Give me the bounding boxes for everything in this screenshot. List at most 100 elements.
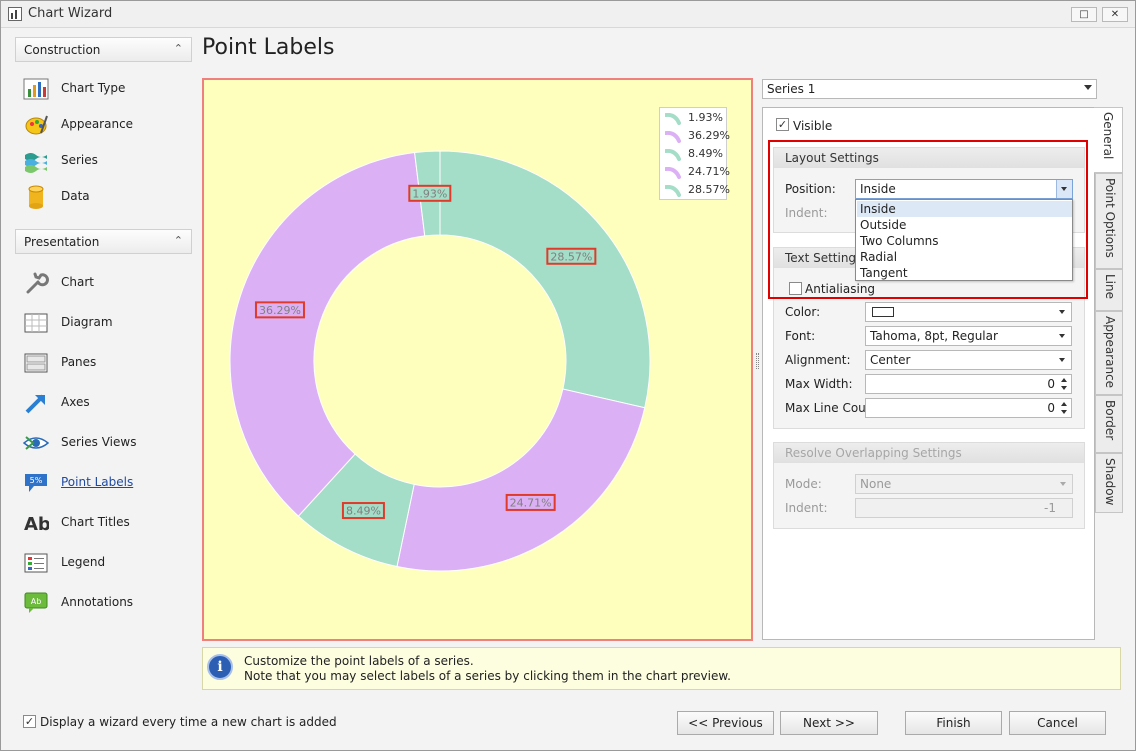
alignment-select[interactable]: Center [865, 350, 1072, 370]
panes-icon [24, 353, 48, 373]
nav-item-legend[interactable]: Legend [23, 549, 193, 577]
color-swatch [872, 307, 894, 317]
restore-button[interactable]: □ [1071, 7, 1097, 22]
svg-text:Ab: Ab [24, 514, 49, 535]
tab-line[interactable]: Line [1095, 269, 1123, 311]
tab-general[interactable]: General [1094, 107, 1123, 173]
nav-item-data[interactable]: Data [23, 183, 193, 211]
nav-label: Legend [61, 555, 106, 569]
font-select-value: Tahoma, 8pt, Regular [870, 329, 998, 343]
cancel-button[interactable]: Cancel [1009, 711, 1106, 735]
chevron-down-icon[interactable] [1059, 334, 1065, 338]
chevron-up-icon[interactable]: ⌃ [174, 234, 183, 247]
max-line-count-spinner[interactable]: 0 [865, 398, 1072, 418]
nav-item-point-labels[interactable]: 5% Point Labels [23, 469, 193, 497]
legend-swatch-icon [665, 113, 681, 125]
chart-legend[interactable]: 1.93% 36.29% 8.49% 24.71% 28.57% [659, 107, 730, 200]
point-label[interactable]: 24.71% [505, 493, 556, 511]
svg-text:Ab: Ab [31, 597, 42, 606]
data-icon [28, 185, 44, 209]
chart-titles-icon: Ab [24, 514, 49, 535]
chart-type-icon [23, 78, 49, 100]
legend-item[interactable]: 8.49% [663, 146, 727, 164]
point-labels-icon: 5% [25, 474, 47, 492]
finish-button[interactable]: Finish [905, 711, 1002, 735]
legend-item[interactable]: 24.71% [663, 164, 730, 182]
nav-item-series-views[interactable]: Series Views [23, 429, 193, 457]
series-views-icon [23, 436, 49, 450]
series-select-value: Series 1 [767, 82, 816, 96]
show-wizard-label: Display a wizard every time a new chart … [40, 715, 337, 729]
info-line-2: Note that you may select labels of a ser… [244, 669, 731, 683]
legend-label: 28.57% [688, 183, 730, 196]
nav-item-annotations[interactable]: Ab Annotations [23, 589, 193, 617]
axes-icon [25, 394, 45, 414]
nav-item-chart-type[interactable]: Chart Type [23, 75, 193, 103]
close-button[interactable]: ✕ [1102, 7, 1128, 22]
previous-button[interactable]: << Previous [677, 711, 774, 735]
legend-item[interactable]: 1.93% [663, 110, 727, 128]
chevron-down-icon[interactable] [1059, 358, 1065, 362]
chevron-up-icon[interactable]: ⌃ [174, 42, 183, 55]
nav-label: Chart [61, 275, 94, 289]
donut-slice[interactable] [439, 150, 651, 409]
splitter-grip[interactable] [756, 353, 759, 369]
legend-item[interactable]: 36.29% [663, 128, 730, 146]
point-label[interactable]: 1.93% [408, 184, 452, 202]
nav-label: Series Views [61, 435, 137, 449]
point-label[interactable]: 8.49% [341, 502, 385, 520]
tab-label: Line [1103, 274, 1117, 300]
point-label[interactable]: 36.29% [254, 301, 305, 319]
series-icon [25, 153, 47, 173]
next-button[interactable]: Next >> [780, 711, 878, 735]
app-icon [8, 7, 22, 21]
donut-slice[interactable] [396, 388, 646, 572]
nav-label: Point Labels [61, 475, 134, 489]
chart-preview[interactable]: 28.57% 24.71% 8.49% 36.29% 1.93% 1.93% 36.29… [202, 78, 753, 641]
visible-checkbox[interactable]: ✓ [776, 118, 789, 131]
nav-label: Annotations [61, 595, 134, 609]
point-label[interactable]: 28.57% [546, 247, 597, 265]
legend-label: 24.71% [688, 165, 730, 178]
chevron-down-icon[interactable] [1059, 310, 1065, 314]
max-width-spinner[interactable]: 0 [865, 374, 1072, 394]
nav-item-axes[interactable]: Axes [23, 389, 193, 417]
nav-label: Diagram [61, 315, 113, 329]
nav-label: Chart Titles [61, 515, 130, 529]
nav-item-chart[interactable]: Chart [23, 269, 193, 297]
annotations-icon: Ab [24, 592, 48, 613]
wrench-icon [26, 272, 49, 294]
series-select[interactable]: Series 1 [762, 79, 1097, 99]
spinner-arrows-icon[interactable] [1059, 376, 1069, 392]
nav-item-diagram[interactable]: Diagram [23, 309, 193, 337]
legend-swatch-icon [665, 149, 681, 161]
highlight-box [768, 140, 1088, 299]
tab-label: Border [1103, 400, 1117, 441]
spinner-arrows-icon[interactable] [1059, 400, 1069, 416]
nav-item-series[interactable]: Series [23, 147, 193, 175]
tab-appearance[interactable]: Appearance [1095, 311, 1123, 395]
tab-point-options[interactable]: Point Options [1095, 173, 1123, 269]
color-select[interactable] [865, 302, 1072, 322]
tab-shadow[interactable]: Shadow [1095, 453, 1123, 513]
mode-select-value: None [860, 477, 892, 491]
show-wizard-checkbox[interactable]: ✓ [23, 715, 36, 728]
donut-slice[interactable] [229, 151, 426, 517]
construction-group-header[interactable]: Construction ⌃ [15, 37, 192, 62]
chevron-down-icon[interactable] [1084, 85, 1092, 90]
nav-item-chart-titles[interactable]: Ab Chart Titles [23, 509, 193, 537]
alignment-select-value: Center [870, 353, 911, 367]
appearance-icon [25, 115, 48, 135]
title-bar: Chart Wizard □ ✕ [1, 1, 1135, 28]
font-select[interactable]: Tahoma, 8pt, Regular [865, 326, 1072, 346]
nav-label: Chart Type [61, 81, 126, 95]
legend-swatch-icon [665, 167, 681, 179]
nav-item-appearance[interactable]: Appearance [23, 111, 193, 139]
point-label-text: 24.71% [510, 496, 552, 509]
legend-swatch-icon [665, 131, 681, 143]
legend-item[interactable]: 28.57% [663, 182, 730, 200]
resolve-indent-label: Indent: [785, 501, 828, 515]
presentation-group-header[interactable]: Presentation ⌃ [15, 229, 192, 254]
nav-item-panes[interactable]: Panes [23, 349, 193, 377]
tab-border[interactable]: Border [1095, 395, 1123, 453]
